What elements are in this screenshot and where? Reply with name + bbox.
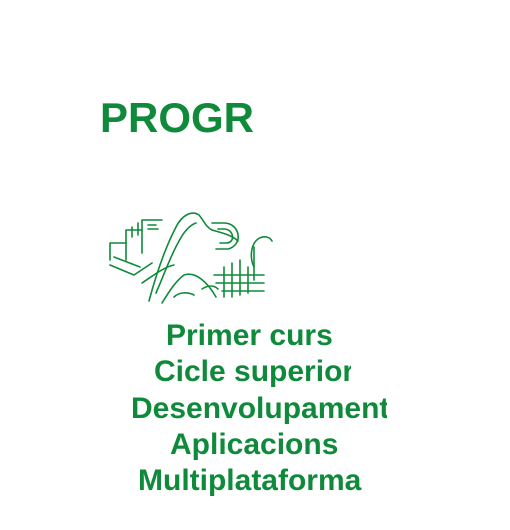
subtitle-line-4: Aplicacions <box>170 428 339 461</box>
line-1-clip: Primer curs <box>166 318 343 354</box>
subtitle-line-3: Desenvolupament <box>131 392 387 425</box>
subtitle-line-1: Primer curs <box>166 319 333 352</box>
line-4-clip: Aplicacions <box>170 427 370 463</box>
page-title: PROGRA <box>100 94 255 141</box>
institution-seal-icon <box>109 212 273 304</box>
subtitle-line-2: Cicle superior <box>154 355 351 388</box>
line-5-clip: Multiplataforma <box>138 463 388 499</box>
line-2-clip: Cicle superior <box>154 354 351 390</box>
page-title-clip: PROGRA <box>100 92 255 144</box>
subtitle-line-5: Multiplataforma <box>138 464 362 497</box>
line-3-clip: Desenvolupament <box>131 391 387 427</box>
